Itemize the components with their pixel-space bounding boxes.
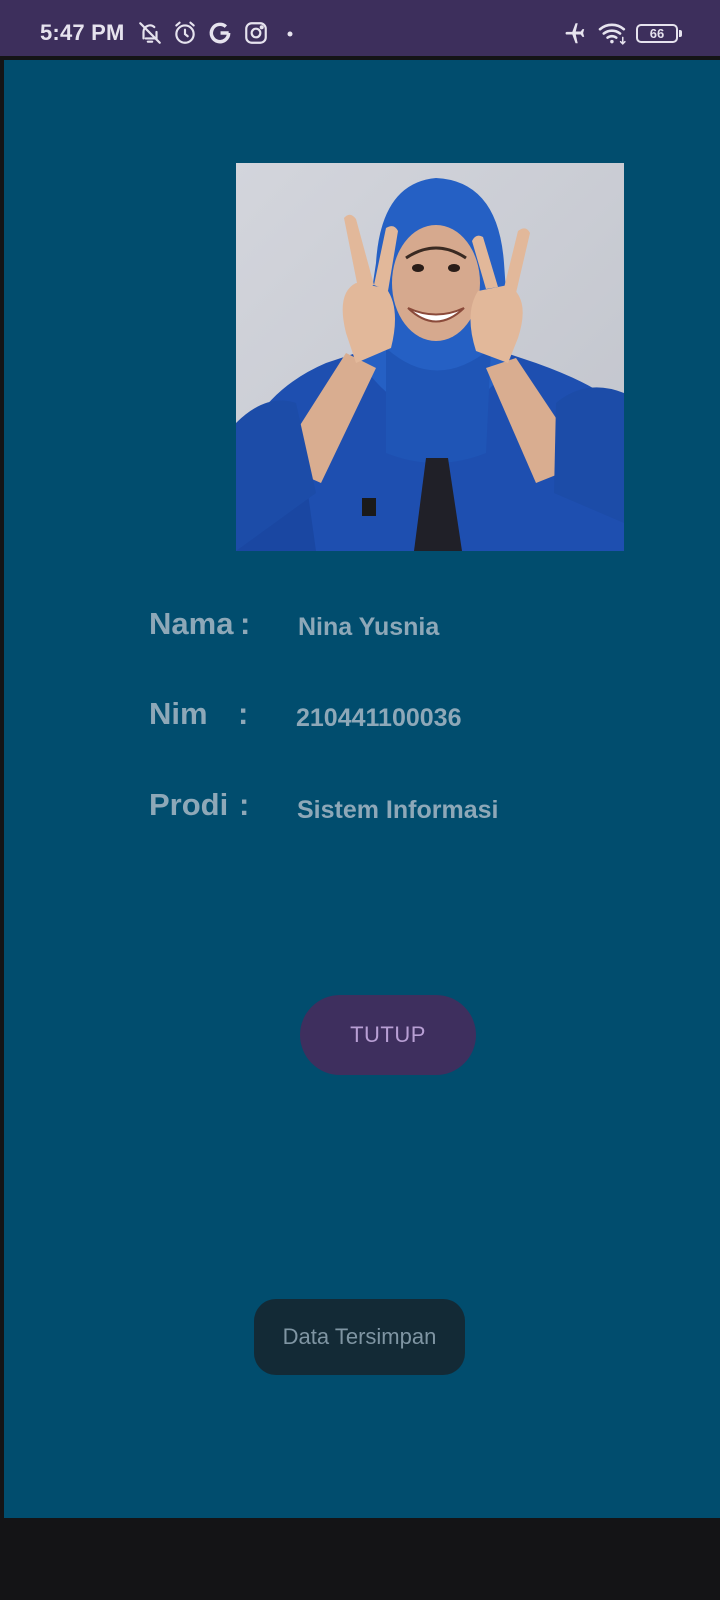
field-label-nama: Nama (149, 606, 234, 641)
instagram-icon (243, 20, 269, 46)
google-icon (207, 20, 233, 46)
airplane-icon (560, 20, 590, 46)
field-colon-nim: : (238, 696, 249, 731)
field-label-nim: Nim (149, 696, 208, 731)
field-value-nama: Nina Yusnia (298, 613, 440, 641)
alarm-icon (172, 20, 198, 46)
field-colon-prodi: : (239, 787, 250, 822)
close-button[interactable]: TUTUP (300, 995, 476, 1075)
navigation-bar (0, 1520, 720, 1600)
battery-level: 66 (649, 26, 665, 41)
notifications-off-icon (137, 20, 163, 46)
battery-icon: 66 (636, 24, 682, 43)
field-value-prodi: Sistem Informasi (297, 796, 499, 824)
field-colon-nama: : (240, 606, 251, 641)
profile-photo (236, 163, 624, 551)
wifi-icon (596, 20, 630, 46)
status-bar: 5:47 PM 66 (0, 0, 720, 56)
toast-message: Data Tersimpan (254, 1299, 465, 1375)
field-value-nim: 210441100036 (296, 704, 462, 732)
status-time: 5:47 PM (40, 20, 125, 45)
field-label-prodi: Prodi (149, 787, 229, 822)
dot-icon (280, 20, 300, 46)
